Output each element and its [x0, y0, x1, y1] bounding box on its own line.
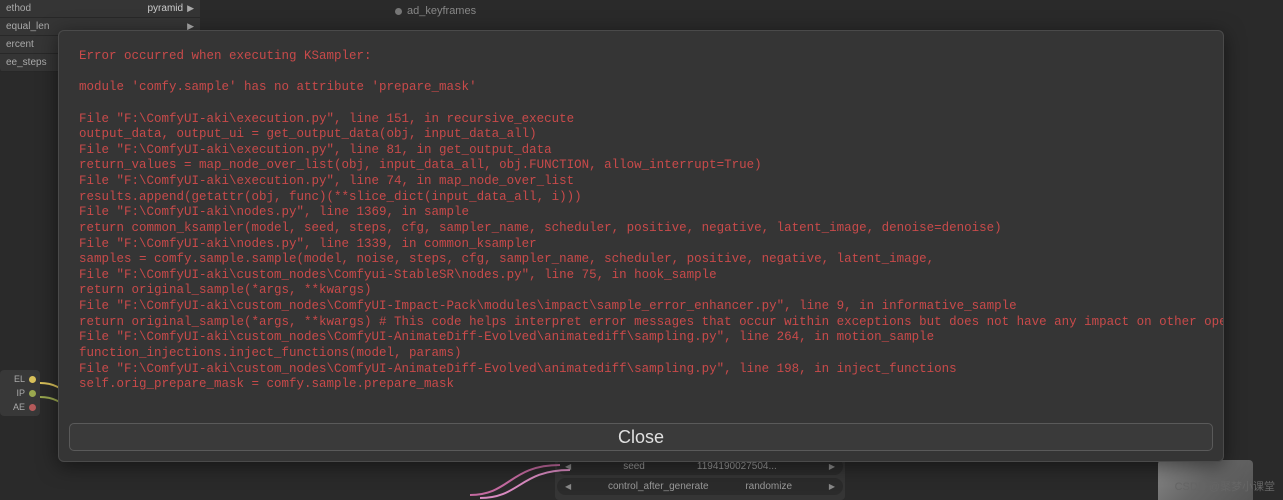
widget-label: control_after_generate [608, 481, 709, 492]
chevron-left-icon: ◀ [565, 462, 571, 471]
port-dot-icon [395, 8, 402, 15]
error-body: Error occurred when executing KSampler: … [59, 31, 1223, 417]
watermark: CSDN @聚梦小课堂 [1175, 478, 1275, 494]
chevron-right-icon: ▶ [829, 482, 835, 491]
port-dot-icon [29, 376, 36, 383]
widget-value: 1194190027504... [697, 461, 777, 472]
chevron-right-icon: ▶ [829, 462, 835, 471]
node-output-port[interactable]: EL [0, 372, 40, 386]
bg-node-ports: EL IP AE [0, 370, 40, 416]
error-traceback: Error occurred when executing KSampler: … [79, 49, 1203, 393]
widget-label: seed [623, 461, 645, 472]
port-dot-icon [29, 404, 36, 411]
node-port[interactable]: ad_keyframes [395, 5, 476, 17]
port-label: EL [14, 374, 25, 384]
port-label: ad_keyframes [407, 5, 476, 17]
close-button[interactable]: Close [69, 423, 1213, 451]
node-output-port[interactable]: AE [0, 400, 40, 414]
node-widget[interactable]: ◀ control_after_generate randomize ▶ [557, 478, 843, 495]
chevron-left-icon: ◀ [565, 482, 571, 491]
widget-value: randomize [745, 481, 792, 492]
row-label: ee_steps [6, 57, 47, 68]
node-row[interactable]: ethod pyramid▶ [0, 0, 200, 18]
port-dot-icon [29, 390, 36, 397]
node-output-port[interactable]: IP [0, 386, 40, 400]
chevron-right-icon: ▶ [187, 3, 194, 13]
port-label: IP [16, 388, 25, 398]
error-modal: Error occurred when executing KSampler: … [58, 30, 1224, 462]
row-label: equal_len [6, 21, 49, 32]
port-label: AE [13, 402, 25, 412]
row-label: ercent [6, 39, 34, 50]
row-label: ethod [6, 3, 31, 14]
row-value: pyramid [148, 3, 184, 14]
